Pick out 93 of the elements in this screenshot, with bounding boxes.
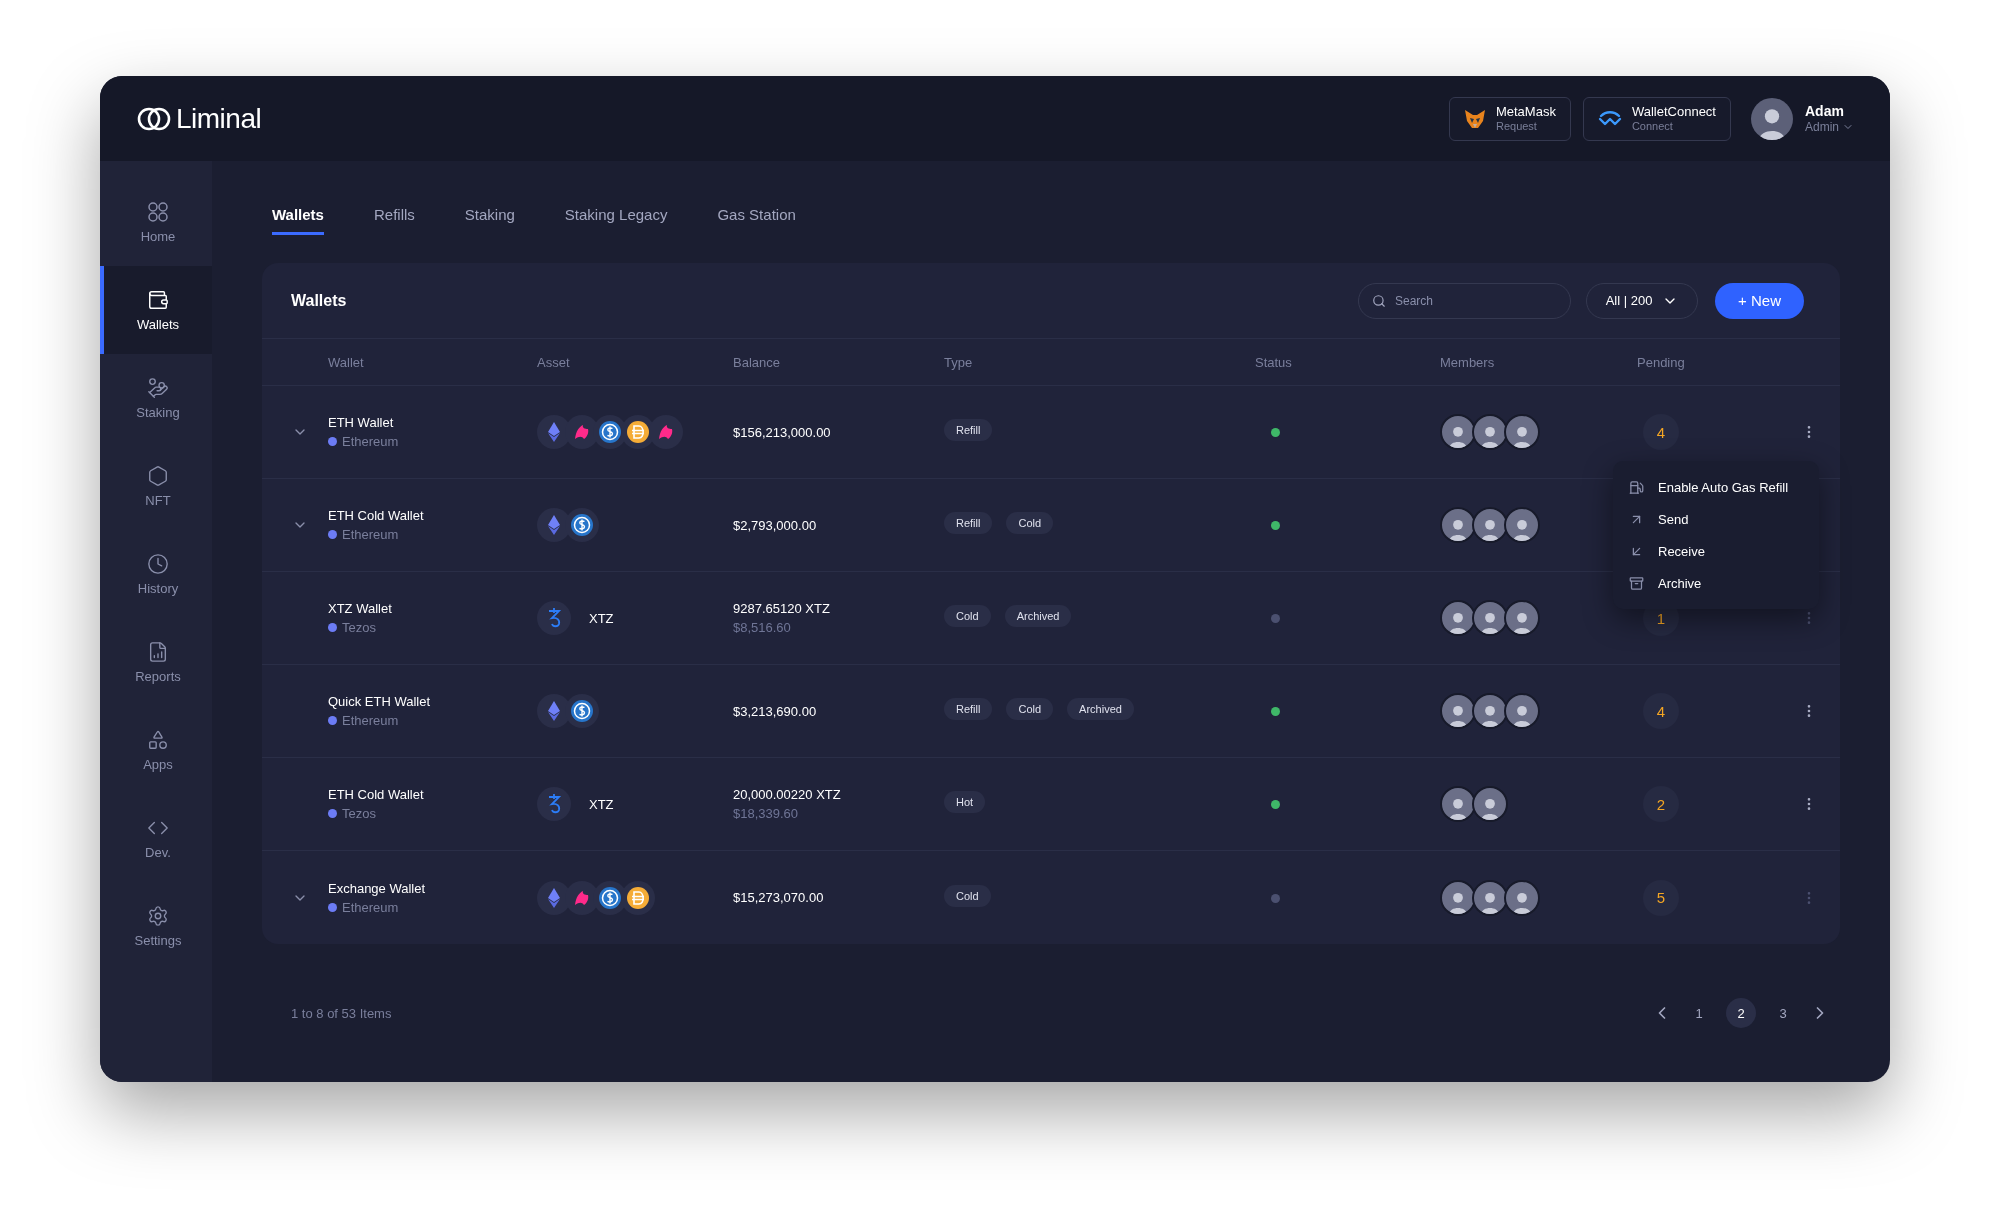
wallet-name: ETH Cold Wallet [328, 508, 425, 523]
four-circles-icon [147, 200, 169, 223]
logo-text: Liminal [176, 102, 262, 135]
sidebar-item[interactable]: Apps [100, 706, 212, 794]
fox-head-icon [1463, 108, 1486, 129]
tab[interactable]: Staking Legacy [564, 206, 668, 235]
balance-amount: $2,793,000.00 [733, 517, 818, 533]
wallet-connect-button[interactable]: WalletConnect Connect [1582, 96, 1731, 141]
column-header: Type [944, 354, 974, 370]
network-label: Ethereum [328, 899, 537, 915]
type-tag: Cold [1006, 512, 1054, 534]
sidebar-item[interactable]: Settings [100, 882, 212, 970]
sidebar-item[interactable]: History [100, 530, 212, 618]
column-header: Status [1255, 354, 1293, 370]
balance-amount: 20,000.00220 XTZ [733, 787, 842, 802]
balance-amount: $3,213,690.00 [733, 703, 818, 719]
column-header: Asset [537, 354, 571, 370]
network-label: Ethereum [328, 434, 537, 449]
fuel-icon [1629, 479, 1644, 495]
sidebar-item[interactable]: NFT [100, 442, 212, 530]
sidebar-item[interactable]: Home [100, 178, 212, 266]
wallet-icon [147, 288, 169, 311]
menu-item[interactable]: Send [1613, 503, 1819, 535]
asset-symbol: XTZ [589, 610, 614, 626]
type-tag: Refill [944, 512, 993, 534]
wallet-name: ETH Wallet [328, 415, 395, 430]
pending-count: 5 [1643, 879, 1679, 916]
page-button[interactable]: 2 [1726, 998, 1756, 1028]
balance-usd: $8,516.60 [733, 620, 792, 635]
linked-rings-icon [136, 105, 172, 132]
type-tag: Refill [944, 419, 993, 441]
asset-symbol: XTZ [589, 796, 614, 812]
balance-amount: $15,273,070.00 [733, 890, 825, 905]
network-label: Tezos [328, 806, 537, 821]
settings-icon [147, 904, 169, 927]
dollar-coin-icon [565, 694, 599, 728]
pending-count: 4 [1643, 693, 1679, 729]
tab[interactable]: Gas Station [717, 206, 796, 235]
tab[interactable]: Refills [373, 206, 415, 235]
menu-item[interactable]: Archive [1613, 567, 1819, 599]
clock-icon [147, 552, 169, 575]
type-tag: Archived [1067, 698, 1134, 720]
column-header: Members [1440, 354, 1496, 370]
tab[interactable]: Staking [464, 206, 515, 235]
column-header: Wallet [328, 354, 365, 370]
network-label: Tezos [328, 620, 537, 635]
dollar-coin-icon [565, 508, 599, 542]
network-label: Ethereum [328, 713, 537, 728]
sidebar-item[interactable]: Staking [100, 354, 212, 442]
coin-icon [621, 880, 655, 915]
wallet-name: Quick ETH Wallet [328, 694, 432, 709]
sidebar-item[interactable]: Reports [100, 618, 212, 706]
search-icon [1372, 293, 1386, 308]
sidebar-item[interactable]: Dev. [100, 794, 212, 882]
column-header: Balance [733, 354, 781, 370]
wave-icon [1597, 110, 1622, 127]
pending-count: 2 [1643, 786, 1679, 822]
wallet-connect-button[interactable]: MetaMask Request [1448, 96, 1571, 141]
report-icon [147, 640, 169, 663]
type-tag: Hot [944, 791, 986, 813]
balance-amount: $156,213,000.00 [733, 424, 832, 440]
type-tag: Archived [1004, 605, 1072, 627]
tz-glyph-icon [537, 787, 571, 821]
page-button[interactable]: 3 [1768, 998, 1798, 1028]
tz-glyph-icon [537, 601, 571, 635]
type-tag: Refill [944, 698, 993, 720]
hexagon-icon [147, 464, 169, 487]
page-button[interactable]: 1 [1684, 998, 1714, 1028]
token-icon [649, 415, 683, 449]
search-field[interactable]: Search [1358, 282, 1571, 319]
type-tag: Cold [944, 884, 991, 907]
network-label: Ethereum [328, 527, 537, 542]
wallet-name: XTZ Wallet [328, 601, 393, 616]
menu-item[interactable]: Enable Auto Gas Refill [1613, 471, 1819, 503]
items-summary: 1 to 8 of 53 Items [291, 1005, 392, 1021]
type-tag: Cold [1006, 698, 1054, 720]
wallet-name: ETH Cold Wallet [328, 787, 425, 802]
archive-icon [1629, 575, 1644, 591]
pending-count: 4 [1643, 414, 1679, 450]
hand-coin-icon [147, 376, 169, 399]
shapes-icon [147, 728, 169, 751]
user-name: Adam [1805, 103, 1844, 120]
type-tag: Cold [944, 605, 991, 627]
balance-amount: 9287.65120 XTZ [733, 601, 831, 616]
sidebar-item[interactable]: Wallets [100, 266, 212, 354]
menu-item[interactable]: Receive [1613, 535, 1819, 567]
balance-usd: $18,339.60 [733, 806, 800, 821]
column-header: Pending [1637, 354, 1686, 370]
tab[interactable]: Wallets [272, 206, 324, 235]
new-button[interactable]: + New [1715, 282, 1804, 319]
role-dropdown[interactable]: Admin [1805, 119, 1854, 134]
wallet-name: Exchange Wallet [328, 880, 427, 896]
panel-title: Wallets [291, 291, 348, 310]
